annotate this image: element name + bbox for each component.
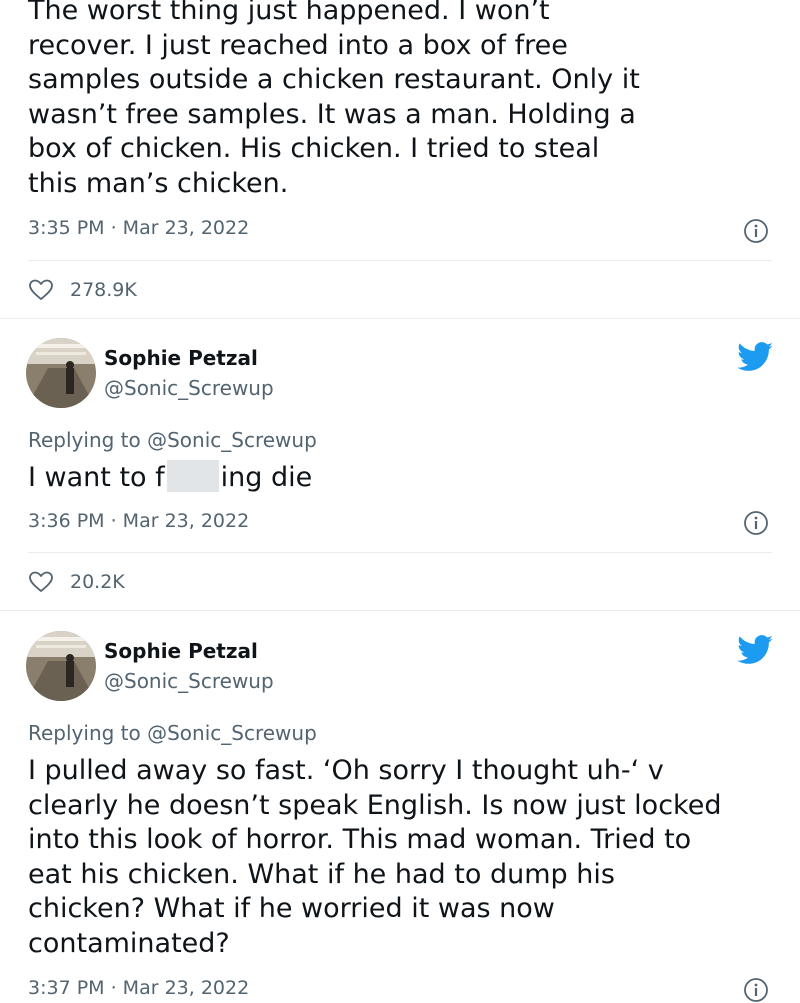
twitter-bird-icon[interactable] — [737, 635, 774, 665]
author-handle[interactable]: @Sonic_Screwup — [104, 669, 274, 693]
twitter-bird-icon[interactable] — [737, 342, 774, 372]
tweet-separator — [0, 610, 800, 611]
author-handle[interactable]: @Sonic_Screwup — [104, 376, 274, 400]
tweet-text: I want to f ing die — [28, 460, 778, 496]
divider — [28, 260, 772, 261]
tweet-timestamp[interactable]: 3:35 PM · Mar 23, 2022 — [28, 217, 249, 239]
divider — [28, 552, 772, 553]
censor-block — [166, 460, 219, 492]
heart-icon — [29, 279, 53, 300]
info-icon[interactable] — [743, 218, 769, 244]
replying-to[interactable]: Replying to @Sonic_Screwup — [28, 721, 317, 745]
heart-icon — [29, 571, 53, 592]
like-count: 278.9K — [70, 279, 137, 301]
author-name[interactable]: Sophie Petzal — [104, 346, 258, 370]
tweet-text-start: I want to f — [28, 462, 165, 493]
like-button[interactable]: 20.2K — [28, 570, 125, 594]
author-name[interactable]: Sophie Petzal — [104, 639, 258, 663]
like-button[interactable]: 278.9K — [28, 278, 137, 302]
tweet-text-end: ing die — [220, 462, 313, 493]
info-icon[interactable] — [743, 510, 769, 536]
like-count: 20.2K — [70, 571, 125, 593]
avatar[interactable] — [26, 338, 96, 408]
tweet-timestamp[interactable]: 3:36 PM · Mar 23, 2022 — [28, 510, 249, 532]
tweet-text: The worst thing just happened. I won’t r… — [28, 0, 640, 199]
tweet-text: I pulled away so fast. ‘Oh sorry I thoug… — [28, 755, 722, 959]
info-icon[interactable] — [743, 977, 769, 1003]
avatar[interactable] — [26, 631, 96, 701]
tweet-timestamp[interactable]: 3:37 PM · Mar 23, 2022 — [28, 977, 249, 999]
tweet-separator — [0, 318, 800, 319]
replying-to[interactable]: Replying to @Sonic_Screwup — [28, 428, 317, 452]
